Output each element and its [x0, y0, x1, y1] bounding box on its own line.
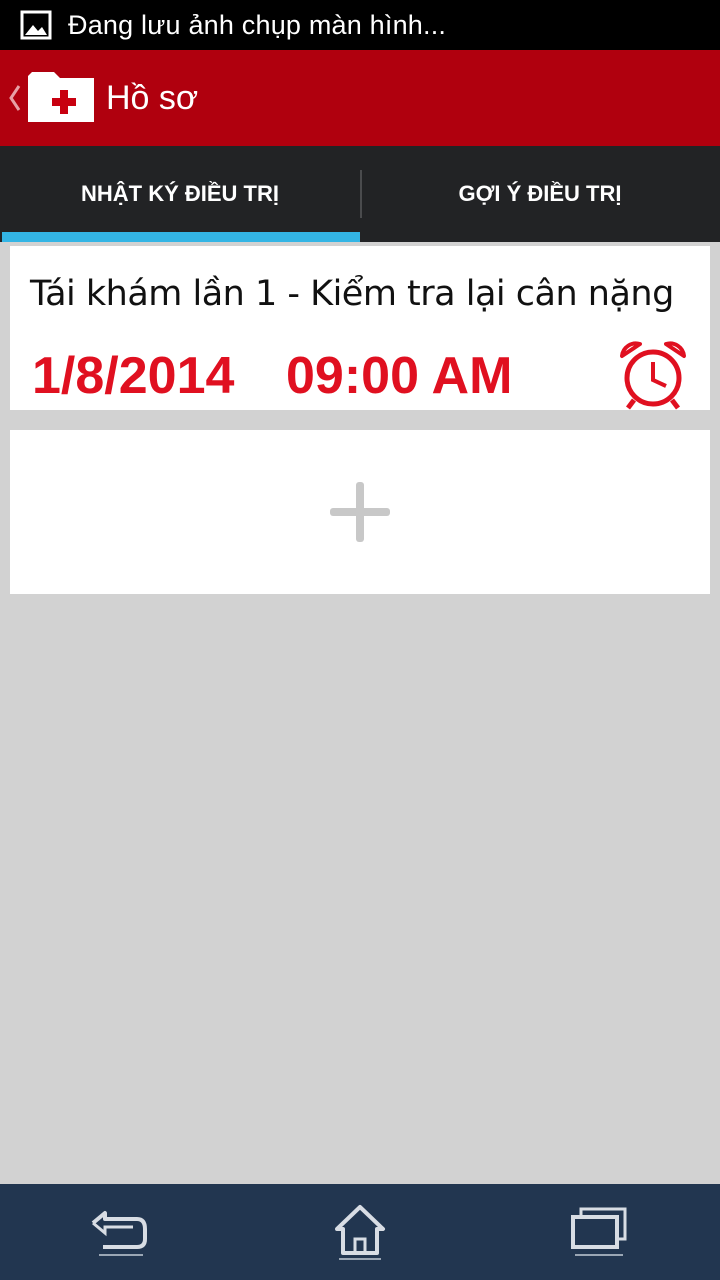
nav-home-button[interactable] [310, 1192, 410, 1272]
page-title: Hồ sơ [106, 78, 199, 117]
navigation-bar [0, 1184, 720, 1280]
appointment-card[interactable]: Tái khám lần 1 - Kiểm tra lại cân nặng 1… [10, 246, 710, 410]
plus-icon [330, 482, 390, 542]
nav-recent-apps-button[interactable] [550, 1192, 650, 1272]
status-bar: Đang lưu ảnh chụp màn hình... [0, 0, 720, 50]
appointment-date: 1/8/2014 [32, 347, 235, 405]
back-button[interactable] [4, 50, 26, 146]
add-appointment-button[interactable] [10, 430, 710, 594]
appointment-title: Tái khám lần 1 - Kiểm tra lại cân nặng [30, 274, 674, 314]
recent-apps-icon [571, 1207, 627, 1256]
chevron-left-icon [9, 85, 21, 111]
appointment-time: 09:00 AM [286, 347, 513, 405]
home-icon [335, 1205, 385, 1260]
tab-label: GỢI Ý ĐIỀU TRỊ [458, 181, 622, 206]
tab-label: NHẬT KÝ ĐIỀU TRỊ [81, 181, 279, 206]
alarm-clock-icon[interactable] [616, 338, 690, 412]
status-text: Đang lưu ảnh chụp màn hình... [68, 9, 447, 40]
tab-treatment-suggestions[interactable]: GỢI Ý ĐIỀU TRỊ [360, 146, 720, 242]
content-area: Tái khám lần 1 - Kiểm tra lại cân nặng 1… [0, 242, 720, 1184]
medical-folder-icon[interactable] [26, 70, 96, 126]
image-icon [20, 10, 52, 40]
back-icon [91, 1211, 147, 1256]
nav-back-button[interactable] [70, 1192, 170, 1272]
tab-divider [360, 170, 362, 218]
action-bar: Hồ sơ [0, 50, 720, 146]
tab-treatment-log[interactable]: NHẬT KÝ ĐIỀU TRỊ [0, 146, 360, 242]
